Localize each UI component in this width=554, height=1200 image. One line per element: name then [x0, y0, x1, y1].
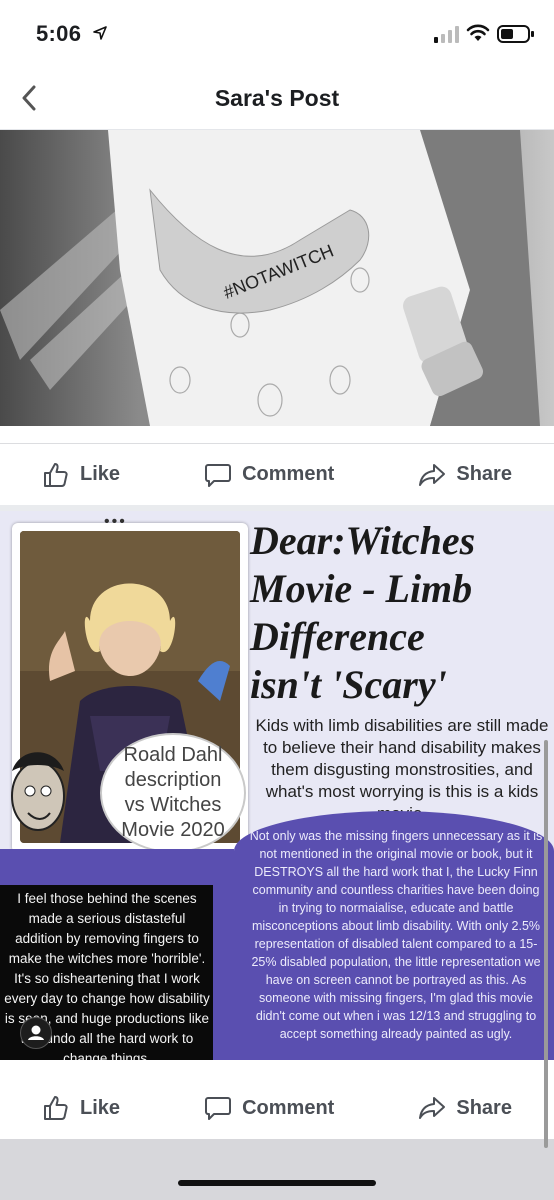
share-button[interactable]: Share — [418, 1094, 512, 1122]
scrollbar[interactable] — [544, 740, 548, 1148]
infographic-body-text: Not only was the missing fingers unneces… — [249, 829, 543, 1041]
comment-label: Comment — [242, 1096, 335, 1119]
divider — [0, 426, 554, 443]
share-arrow-icon — [419, 463, 446, 486]
post-infographic-image[interactable]: ••• Roald Dahl description vs Witches Mo… — [0, 511, 554, 1060]
like-button[interactable]: Like — [42, 461, 120, 489]
location-arrow-icon — [93, 26, 107, 40]
like-button[interactable]: Like — [42, 1094, 120, 1122]
post-photo-hand[interactable]: #NOTAWITCH — [0, 130, 554, 426]
thumbs-up-icon — [44, 462, 68, 487]
person-icon — [28, 1025, 44, 1040]
comparison-label: Roald Dahl description vs Witches Movie … — [100, 733, 246, 853]
wifi-icon — [466, 24, 490, 41]
infographic-subhead: Kids with limb disabilities are still ma… — [255, 716, 549, 823]
status-bar: 5:06 — [0, 0, 554, 66]
hand-photo-illustration: #NOTAWITCH — [0, 130, 554, 426]
share-label: Share — [456, 1096, 512, 1119]
cellular-signal-icon — [434, 26, 459, 43]
post-actions-bar-bottom: Like Comment Share — [0, 1077, 554, 1139]
post-actions-bar: Like Comment Share — [0, 443, 554, 505]
share-button[interactable]: Share — [418, 461, 512, 489]
comment-bubble-icon — [205, 463, 232, 487]
battery-icon — [497, 25, 534, 43]
infographic-headline: Dear:Witches Movie - Limb Difference isn… — [250, 518, 476, 707]
nav-bar: Sara's Post — [0, 66, 554, 130]
share-arrow-icon — [419, 1097, 446, 1119]
page-title: Sara's Post — [214, 85, 340, 111]
like-label: Like — [80, 463, 121, 485]
status-time: 5:06 — [36, 21, 82, 46]
comparison-label-text: Roald Dahl description vs Witches Movie … — [121, 744, 225, 841]
share-label: Share — [456, 463, 512, 485]
cartoon-witch-icon — [11, 752, 65, 831]
like-label: Like — [80, 1096, 121, 1119]
comment-label: Comment — [242, 463, 335, 485]
home-indicator[interactable] — [178, 1180, 376, 1186]
thumbs-up-icon — [44, 1096, 68, 1120]
bottom-area — [0, 1139, 554, 1200]
comment-button[interactable]: Comment — [204, 1094, 334, 1122]
comment-button[interactable]: Comment — [204, 461, 334, 489]
comment-bubble-icon — [205, 1097, 232, 1120]
avatar-button[interactable] — [20, 1017, 52, 1049]
